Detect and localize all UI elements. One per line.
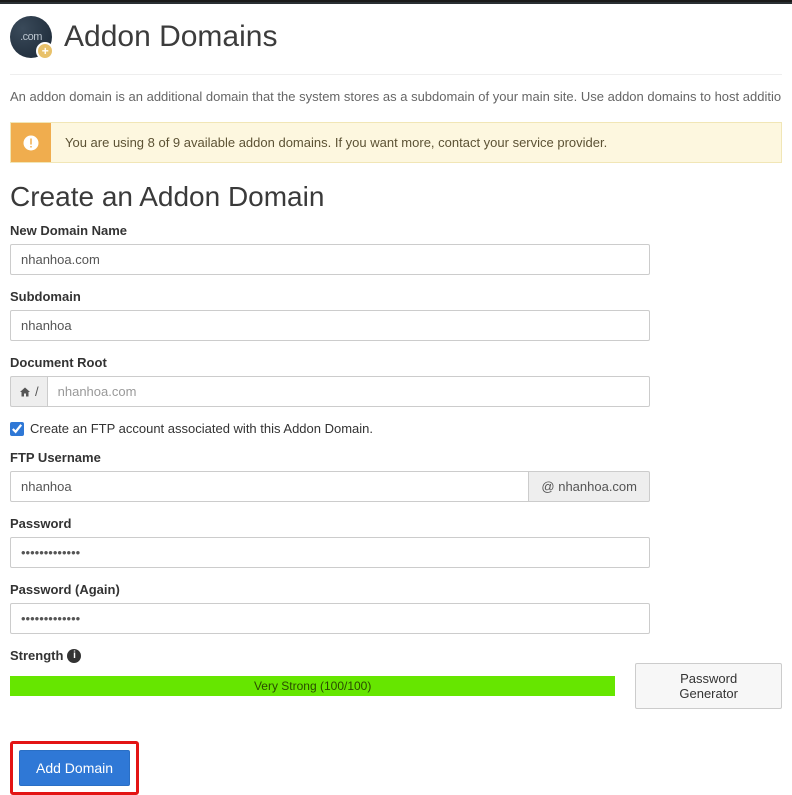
password-again-input[interactable] (10, 603, 650, 634)
label-new-domain: New Domain Name (10, 223, 782, 238)
info-icon[interactable]: i (67, 649, 81, 663)
section-title: Create an Addon Domain (10, 181, 782, 213)
new-domain-input[interactable] (10, 244, 650, 275)
page-description: An addon domain is an additional domain … (10, 75, 782, 122)
document-root-slash: / (35, 384, 39, 399)
document-root-prefix: / (10, 376, 47, 407)
ftp-checkbox[interactable] (10, 422, 24, 436)
add-domain-button[interactable]: Add Domain (19, 750, 130, 786)
form-group-subdomain: Subdomain (10, 289, 782, 341)
addon-domains-icon: .com + (10, 16, 52, 58)
label-ftp-user: FTP Username (10, 450, 782, 465)
submit-highlight: Add Domain (10, 741, 139, 795)
page-header: .com + Addon Domains (10, 4, 782, 75)
page-title: Addon Domains (64, 20, 277, 54)
label-document-root: Document Root (10, 355, 782, 370)
form-group-ftp-user: FTP Username @ nhanhoa.com (10, 450, 782, 502)
alert-icon (11, 123, 51, 162)
form-group-password-again: Password (Again) (10, 582, 782, 634)
document-root-input[interactable] (47, 376, 650, 407)
label-subdomain: Subdomain (10, 289, 782, 304)
password-generator-button[interactable]: Password Generator (635, 663, 782, 709)
form-group-password: Password (10, 516, 782, 568)
plus-badge-icon: + (36, 42, 54, 60)
strength-label-text: Strength (10, 648, 63, 663)
password-input[interactable] (10, 537, 650, 568)
password-strength-meter: Very Strong (100/100) (10, 676, 615, 696)
home-icon (19, 386, 31, 398)
subdomain-input[interactable] (10, 310, 650, 341)
form-group-document-root: Document Root / (10, 355, 782, 407)
label-strength: Strength i (10, 648, 782, 663)
ftp-checkbox-label: Create an FTP account associated with th… (30, 421, 373, 436)
form-group-new-domain: New Domain Name (10, 223, 782, 275)
ftp-username-suffix: @ nhanhoa.com (529, 471, 650, 502)
icon-label: .com (20, 31, 42, 43)
ftp-username-input[interactable] (10, 471, 529, 502)
label-password-again: Password (Again) (10, 582, 782, 597)
label-password: Password (10, 516, 782, 531)
usage-alert: You are using 8 of 9 available addon dom… (10, 122, 782, 163)
ftp-checkbox-row[interactable]: Create an FTP account associated with th… (10, 421, 782, 436)
alert-text: You are using 8 of 9 available addon dom… (51, 123, 621, 162)
form-group-strength: Strength i Very Strong (100/100) Passwor… (10, 648, 782, 709)
